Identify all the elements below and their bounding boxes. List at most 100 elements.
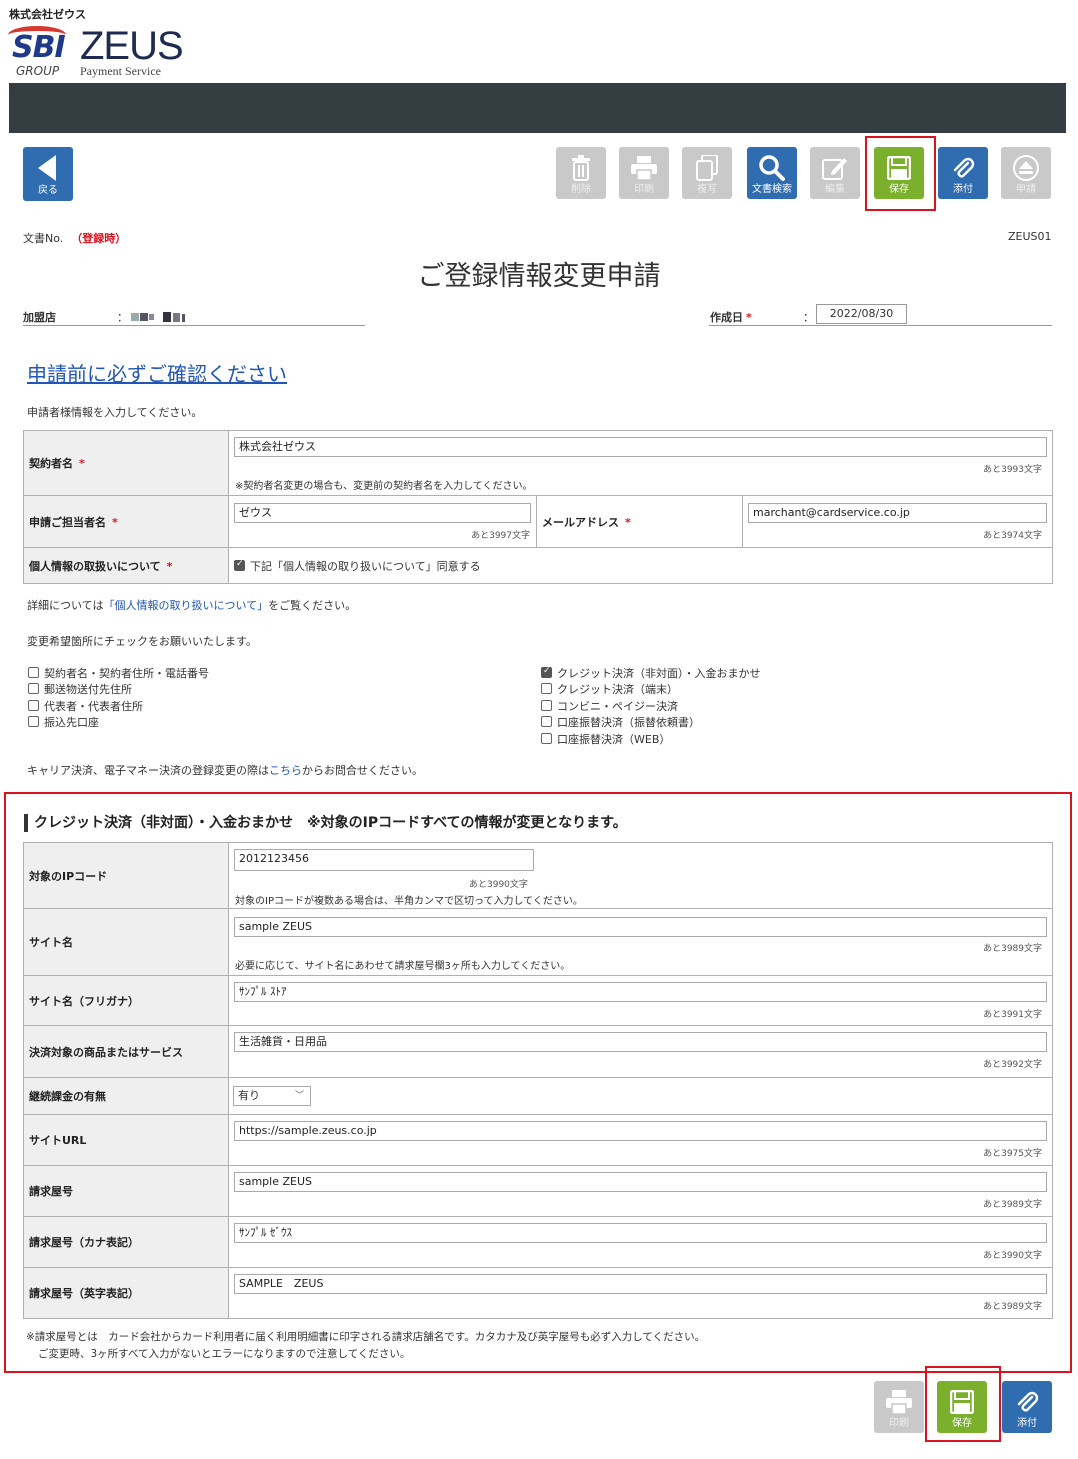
change-option-credit-online[interactable]: クレジット決済（非対面）・入金おまかせ	[541, 665, 761, 681]
email-input[interactable]: marchant@cardservice.co.jp	[748, 503, 1047, 523]
bottom-attach-button[interactable]: 添付	[1002, 1381, 1052, 1433]
privacy-policy-link[interactable]: 「個人情報の取り扱いについて」	[103, 599, 268, 612]
site-name-hint: 必要に応じて、サイト名にあわせて請求屋号欄3ヶ所も入力してください。	[235, 961, 571, 972]
change-option-contractor[interactable]: 契約者名・契約者住所・電話番号	[28, 665, 209, 681]
checkbox[interactable]	[541, 666, 552, 678]
site-name-char-count: あと3989文字	[983, 944, 1042, 954]
billing-input[interactable]: sample ZEUS	[234, 1172, 1047, 1192]
zeus-logo: ZEUS	[80, 24, 184, 68]
billing-footnote-1: ※請求屋号とは カード会社からカード利用者に届く利用明細書に印字される請求店舗名…	[26, 1331, 706, 1343]
back-arrow-icon	[38, 155, 58, 184]
site-kana-cell: ｻﾝﾌﾟﾙ ｽﾄｱ あと3991文字	[228, 975, 1053, 1026]
edit-button[interactable]: 編集	[810, 147, 860, 199]
checkbox[interactable]	[28, 667, 39, 678]
person-label: 申請ご担当者名 *	[23, 495, 229, 548]
company-name: 株式会社ゼウス	[9, 8, 86, 21]
site-url-label: サイトURL	[23, 1114, 229, 1166]
privacy-agree-checkbox[interactable]	[234, 559, 245, 571]
change-option-representative[interactable]: 代表者・代表者住所	[28, 698, 143, 714]
billing-kana-cell: ｻﾝﾌﾟﾙ ｾﾞｳｽ あと3990文字	[228, 1216, 1053, 1268]
site-kana-label: サイト名（フリガナ）	[23, 975, 229, 1026]
print-label: 印刷	[634, 184, 654, 195]
privacy-cell: 下記「個人情報の取り扱いについて」同意する	[227, 547, 1054, 584]
change-option-credit-terminal[interactable]: クレジット決済（端末）	[541, 681, 678, 697]
email-char-count: あと3974文字	[983, 531, 1043, 541]
checkbox[interactable]	[541, 716, 552, 727]
billing-en-label: 請求屋号（英字表記）	[23, 1267, 229, 1319]
billing-kana-label: 請求屋号（カナ表記）	[23, 1216, 229, 1268]
billing-en-input[interactable]: SAMPLE ZEUS	[234, 1274, 1047, 1294]
carrier-note: キャリア決済、電子マネー決済の登録変更の際はこちらからお問合せください。	[27, 764, 423, 777]
checkbox[interactable]	[28, 683, 39, 694]
logo-group-text: GROUP	[16, 64, 60, 78]
checkbox[interactable]	[541, 683, 552, 694]
ipcode-textarea[interactable]: 2012123456	[234, 849, 534, 871]
sbi-logo: SBI	[12, 30, 66, 65]
checkbox[interactable]	[541, 700, 552, 711]
print-button[interactable]: 印刷	[619, 147, 669, 199]
checkbox[interactable]	[541, 733, 552, 744]
copy-button[interactable]: 複写	[682, 147, 732, 199]
privacy-agree-label: 下記「個人情報の取り扱いについて」同意する	[250, 559, 481, 573]
person-char-count: あと3997文字	[471, 531, 530, 541]
document-search-button[interactable]: 文書検索	[747, 147, 797, 199]
document-code: ZEUS01	[1008, 230, 1052, 243]
confirm-before-apply-link[interactable]: 申請前に必ずご確認ください	[27, 358, 287, 387]
product-cell: 生活雑貨・日用品 あと3992文字	[228, 1025, 1053, 1078]
trash-icon	[556, 153, 606, 183]
created-date-input[interactable]: 2022/08/30	[816, 304, 907, 324]
merchant-label: 加盟店	[23, 311, 56, 324]
change-option-bank-account[interactable]: 振込先口座	[28, 714, 99, 730]
contractor-input[interactable]: 株式会社ゼウス	[234, 437, 1047, 457]
site-url-input[interactable]: https://sample.zeus.co.jp	[234, 1121, 1047, 1141]
top-navigation-bar	[9, 83, 1066, 133]
apply-button[interactable]: 申請	[1001, 147, 1051, 199]
person-input[interactable]: ゼウス	[234, 503, 531, 523]
paperclip-icon	[1002, 1387, 1052, 1417]
change-option-mailing-address[interactable]: 郵送物送付先住所	[28, 681, 132, 697]
page-title: ご登録情報変更申請	[417, 261, 661, 292]
applicant-table: 契約者名 * 株式会社ゼウス あと3993文字 ※契約者名変更の場合も、変更前の契…	[23, 430, 1054, 584]
site-url-char-count: あと3975文字	[983, 1149, 1042, 1159]
created-date-label: 作成日 *	[710, 311, 752, 324]
bottom-print-label: 印刷	[889, 1418, 909, 1429]
checkbox[interactable]	[28, 700, 39, 711]
delete-label: 削除	[571, 184, 591, 195]
site-name-label: サイト名	[23, 908, 229, 976]
billing-kana-input[interactable]: ｻﾝﾌﾟﾙ ｾﾞｳｽ	[234, 1223, 1047, 1243]
attach-button[interactable]: 添付	[938, 147, 988, 199]
site-name-input[interactable]: sample ZEUS	[234, 917, 1047, 937]
bottom-save-highlight-box	[925, 1366, 1001, 1442]
chevron-down-icon: ﹀	[294, 1091, 304, 1101]
billing-kana-char-count: あと3990文字	[983, 1251, 1042, 1261]
email-cell: marchant@cardservice.co.jp あと3974文字	[741, 495, 1054, 548]
site-kana-input[interactable]: ｻﾝﾌﾟﾙ ｽﾄｱ	[234, 982, 1047, 1002]
copy-label: 複写	[697, 184, 717, 195]
product-input[interactable]: 生活雑貨・日用品	[234, 1032, 1047, 1052]
product-char-count: あと3992文字	[983, 1060, 1042, 1070]
checkbox[interactable]	[28, 716, 39, 727]
contact-link[interactable]: こちら	[269, 764, 302, 777]
credit-section-title: クレジット決済（非対面）・入金おまかせ ※対象のIPコードすべての情報が変更とな…	[24, 814, 627, 832]
bottom-print-button[interactable]: 印刷	[874, 1381, 924, 1433]
billing-cell: sample ZEUS あと3989文字	[228, 1165, 1053, 1217]
document-search-label: 文書検索	[752, 184, 792, 195]
recurring-select[interactable]: 有り ﹀	[233, 1086, 311, 1106]
bottom-attach-label: 添付	[1017, 1418, 1037, 1429]
logo-payment-text: Payment Service	[80, 64, 161, 78]
created-date-colon: ：	[803, 311, 814, 324]
back-button[interactable]: 戻る	[23, 147, 73, 201]
search-icon	[747, 153, 797, 183]
save-highlight-box	[865, 136, 936, 211]
contractor-cell: 株式会社ゼウス あと3993文字 ※契約者名変更の場合も、変更前の契約者名を入力…	[227, 430, 1054, 496]
change-option-transfer-web[interactable]: 口座振替決済（WEB）	[541, 731, 670, 747]
change-option-transfer-paper[interactable]: 口座振替決済（振替依頼書）	[541, 714, 700, 730]
ipcode-label: 対象のIPコード	[23, 842, 229, 909]
delete-button[interactable]: 削除	[556, 147, 606, 199]
recurring-cell: 有り ﹀	[228, 1077, 1053, 1115]
change-prompt: 変更希望箇所にチェックをお願いいたします。	[27, 635, 257, 648]
print-icon	[619, 153, 669, 183]
site-url-cell: https://sample.zeus.co.jp あと3975文字	[228, 1114, 1053, 1166]
apply-label: 申請	[1016, 184, 1036, 195]
change-option-convenience[interactable]: コンビニ・ペイジー決済	[541, 698, 678, 714]
